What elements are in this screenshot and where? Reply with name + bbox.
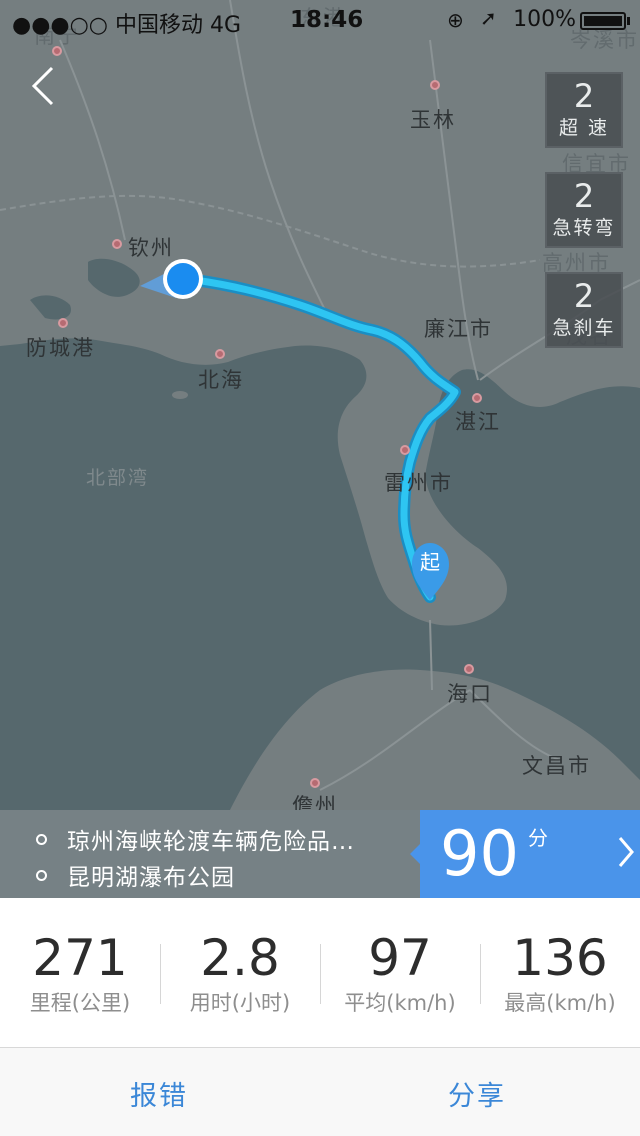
tile-label: 急转弯 [552, 217, 616, 239]
battery-icon [580, 12, 626, 30]
city-dot [215, 349, 225, 359]
city-dot [58, 318, 68, 328]
hard-brake-count-tile[interactable]: 2 急刹车 [545, 272, 623, 348]
route-origin: 琼州海峡轮渡车辆危险品… [36, 822, 355, 856]
share-button[interactable]: 分享 [448, 1074, 506, 1113]
origin-text: 琼州海峡轮渡车辆危险品… [67, 829, 355, 855]
status-time: 18:46 [290, 7, 364, 33]
location-arrow-icon: ➚ [480, 6, 497, 30]
city-dot [112, 239, 122, 249]
carrier-text: ●●●○○ 中国移动 4G [12, 13, 242, 38]
tile-value: 2 [573, 277, 595, 315]
origin-ring-icon [36, 834, 47, 845]
city-label: 雷州市 [384, 471, 453, 495]
city-label: 廉江市 [424, 317, 493, 341]
map-canvas[interactable] [0, 0, 640, 810]
city-label: 玉林 [410, 108, 456, 132]
max-speed-stat: 136 最高(km/h) [480, 898, 640, 1048]
city-dot [400, 445, 410, 455]
tile-label: 急刹车 [552, 317, 616, 339]
city-label: 文昌市 [522, 754, 591, 778]
city-dot [52, 46, 62, 56]
city-label: 儋州 [292, 794, 338, 810]
status-bar: ●●●○○ 中国移动 4G 18:46 ⊕ ➚ 100% [0, 0, 640, 40]
route-map[interactable]: 南宁 东港 岑溪市 玉林 信宜市 钦州 高州市 防城港 廉江市 北海 茂名 湛江… [0, 0, 640, 810]
rotation-lock-icon: ⊕ [447, 8, 464, 32]
tile-value: 2 [573, 77, 595, 115]
score-value: 90 [440, 817, 519, 890]
stat-label: 最高(km/h) [504, 991, 616, 1015]
speeding-count-tile[interactable]: 2 超 速 [545, 72, 623, 148]
route-endpoints: 琼州海峡轮渡车辆危险品… 昆明湖瀑布公园 [0, 810, 420, 898]
current-position-dot [167, 263, 199, 295]
chevron-right-icon [616, 834, 636, 879]
city-dot [430, 80, 440, 90]
battery-percent: 100% [513, 7, 576, 32]
stat-label: 用时(小时) [189, 991, 291, 1015]
city-label: 北海 [198, 368, 244, 392]
stat-label: 平均(km/h) [344, 991, 456, 1015]
stat-label: 里程(公里) [29, 991, 131, 1015]
stat-value: 136 [512, 929, 608, 987]
duration-stat: 2.8 用时(小时) [160, 898, 320, 1048]
chevron-left-icon [31, 66, 54, 106]
action-bar: 报错 分享 [0, 1048, 640, 1136]
trip-summary: 271 里程(公里) 2.8 用时(小时) 97 平均(km/h) 136 最高… [0, 898, 640, 1048]
driving-score-button[interactable]: 90 分 [410, 810, 640, 898]
start-marker-label: 起 [420, 550, 440, 574]
back-button[interactable] [24, 64, 64, 108]
city-dot [310, 778, 320, 788]
destination-text: 昆明湖瀑布公园 [67, 865, 235, 891]
stat-value: 271 [32, 929, 128, 987]
city-label: 防城港 [26, 336, 95, 360]
stat-value: 2.8 [200, 929, 280, 987]
route-destination: 昆明湖瀑布公园 [36, 858, 235, 892]
destination-ring-icon [36, 870, 47, 881]
city-dot [464, 664, 474, 674]
city-label: 海口 [447, 682, 493, 706]
distance-stat: 271 里程(公里) [0, 898, 160, 1048]
tile-value: 2 [573, 177, 595, 215]
sharp-turn-count-tile[interactable]: 2 急转弯 [545, 172, 623, 248]
route-summary-bar[interactable]: 琼州海峡轮渡车辆危险品… 昆明湖瀑布公园 90 分 [0, 810, 640, 898]
city-label: 湛江 [455, 410, 501, 434]
sea-label: 北部湾 [86, 467, 150, 489]
score-unit: 分 [528, 826, 548, 850]
city-dot [472, 393, 482, 403]
average-speed-stat: 97 平均(km/h) [320, 898, 480, 1048]
city-label: 钦州 [128, 236, 174, 260]
stat-value: 97 [368, 929, 432, 987]
report-error-button[interactable]: 报错 [130, 1074, 188, 1113]
tile-label: 超 速 [558, 117, 610, 139]
